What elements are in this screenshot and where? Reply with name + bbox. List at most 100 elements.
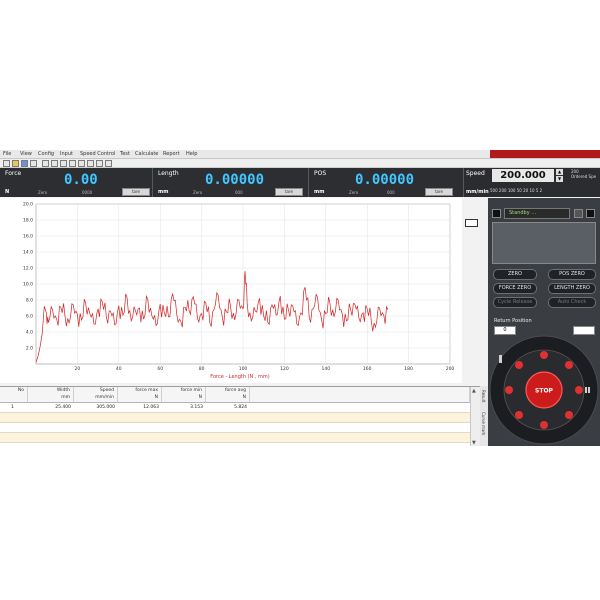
message-box	[492, 222, 596, 264]
paste-icon[interactable]	[60, 160, 67, 167]
table-row-empty[interactable]	[0, 433, 470, 443]
table-row[interactable]: 1 25.400 305.000 12.063 3.153 5.824	[0, 403, 470, 413]
pos-tare-button[interactable]: tare	[425, 188, 453, 196]
status-box-icon[interactable]	[586, 209, 595, 218]
y-tick-label: 20.0	[23, 202, 33, 208]
x-tick-label: 60	[157, 366, 163, 372]
chart-svg: 20 40 60 80 100 120 140 160 180 200 2.0 4.0 6.0 8.0 10…	[23, 202, 455, 381]
force-zero-label: Zero	[38, 190, 48, 195]
print-icon[interactable]	[30, 160, 37, 167]
jog-up-left-icon[interactable]	[515, 361, 523, 369]
x-tick-label: 100	[239, 366, 248, 372]
return-position-select[interactable]	[573, 326, 595, 335]
force-value: 0.00	[64, 172, 98, 188]
table-scrollbar[interactable]: ▲ ▼	[470, 387, 480, 446]
auto-check-button[interactable]: Auto Check	[548, 297, 596, 308]
speed-down-icon[interactable]: ▼	[556, 176, 563, 182]
menu-view[interactable]: View	[20, 150, 32, 158]
chart-side-button[interactable]	[465, 219, 478, 227]
jog-down-icon[interactable]	[540, 421, 548, 429]
cut-icon[interactable]	[42, 160, 49, 167]
pos-title: POS	[314, 170, 327, 177]
x-tick-label: 20	[75, 366, 81, 372]
scroll-up-icon[interactable]: ▲	[472, 388, 476, 394]
length-tare-button[interactable]: tare	[275, 188, 303, 196]
force-tare-button[interactable]: tare	[122, 188, 150, 196]
y-tick-label: 12.0	[23, 266, 33, 272]
col-header-force-max-line2: N	[154, 395, 158, 400]
speed-max: 200 Ordered Spe	[571, 169, 596, 179]
menu-report[interactable]: Report	[163, 150, 180, 158]
length-zero-value: 000	[235, 190, 243, 195]
report-icon[interactable]	[105, 160, 112, 167]
copy-icon[interactable]	[51, 160, 58, 167]
settings-icon[interactable]	[96, 160, 103, 167]
jog-down-left-icon[interactable]	[515, 411, 523, 419]
force-readout: Force 0.00 N Zero 0000 tare	[0, 168, 153, 197]
menu-input[interactable]: Input	[60, 150, 73, 158]
table-row-empty[interactable]	[0, 423, 470, 433]
zero-button[interactable]: ZERO	[493, 269, 537, 280]
save-icon[interactable]	[21, 160, 28, 167]
cycle-release-button[interactable]: Cycle Release	[493, 297, 537, 308]
menu-file[interactable]: File	[3, 150, 11, 158]
x-tick-label: 180	[404, 366, 413, 372]
x-axis-label: Force - Length (N , mm)	[210, 374, 270, 380]
force-zero-value: 0000	[82, 190, 93, 195]
menu-config[interactable]: Config	[38, 150, 54, 158]
pause-icon[interactable]	[588, 387, 590, 393]
jog-up-right-icon[interactable]	[565, 361, 573, 369]
speed-presets[interactable]: 500 200 100 50 20 10 5 2	[490, 188, 542, 193]
y-tick-label: 6.0	[26, 314, 33, 320]
menu-help[interactable]: Help	[186, 150, 197, 158]
col-header-speed-line1: Speed	[99, 388, 114, 393]
pos-readout: POS 0.00000 mm Zero 000 tare	[309, 168, 464, 197]
y-tick-label: 4.0	[26, 330, 33, 336]
jog-left-icon[interactable]	[505, 386, 513, 394]
chart-icon[interactable]	[69, 160, 76, 167]
menu-calculate[interactable]: Calculate	[135, 150, 158, 158]
new-icon[interactable]	[3, 160, 10, 167]
open-folder-icon[interactable]	[12, 160, 19, 167]
y-tick-label: 8.0	[26, 298, 33, 304]
tab-curve-mark[interactable]: Curve mark	[481, 412, 486, 435]
menu-test[interactable]: Test	[120, 150, 130, 158]
jog-down-right-icon[interactable]	[565, 411, 573, 419]
pos-zero-label: Zero	[349, 190, 359, 195]
status-text: Standby ...	[504, 208, 570, 219]
jog-side-bar-icon[interactable]	[499, 355, 502, 363]
col-header-force-avg-line1: force avg	[224, 388, 246, 393]
col-header-force-max: force max N	[118, 387, 162, 403]
col-header-no-line1: No	[17, 388, 24, 393]
results-table: No Width mm Speed mm/min force max N force …	[0, 386, 480, 446]
x-tick-label: 160	[363, 366, 372, 372]
control-panel: Standby ... ZERO POS ZERO FORCE ZERO LEN…	[488, 198, 600, 446]
zoom-icon[interactable]	[87, 160, 94, 167]
speed-up-icon[interactable]: ▲	[556, 169, 563, 175]
length-zero-label: Zero	[193, 190, 203, 195]
menu-speed-control[interactable]: Speed Control	[80, 150, 115, 158]
title-accent-bar	[490, 150, 600, 158]
scroll-down-icon[interactable]: ▼	[472, 440, 476, 446]
speed-input[interactable]: 200.000	[492, 169, 554, 182]
status-box-icon[interactable]	[574, 209, 583, 218]
length-value: 0.00000	[205, 172, 265, 188]
y-tick-label: 18.0	[23, 218, 33, 224]
force-length-chart: 20 40 60 80 100 120 140 160 180 200 2.0 4.0 6.0 8.0 10…	[0, 198, 462, 383]
jog-up-icon[interactable]	[540, 351, 548, 359]
return-position-input[interactable]: 0	[494, 326, 516, 335]
pos-zero-button[interactable]: POS ZERO	[548, 269, 596, 280]
length-zero-button[interactable]: LENGTH ZERO	[548, 283, 596, 294]
col-header-width-line2: mm	[61, 395, 70, 400]
table-icon[interactable]	[78, 160, 85, 167]
cell-width: 25.400	[55, 405, 71, 410]
x-tick-label: 200	[446, 366, 455, 372]
speed-unit: mm/min	[466, 189, 489, 195]
jog-right-icon[interactable]	[575, 386, 583, 394]
status-row: Standby ...	[492, 208, 596, 219]
col-header-force-max-line1: force max	[135, 388, 158, 393]
tab-result[interactable]: Result	[481, 390, 486, 402]
force-zero-button[interactable]: FORCE ZERO	[493, 283, 537, 294]
pause-icon[interactable]	[585, 387, 587, 393]
table-row-empty[interactable]	[0, 413, 470, 423]
